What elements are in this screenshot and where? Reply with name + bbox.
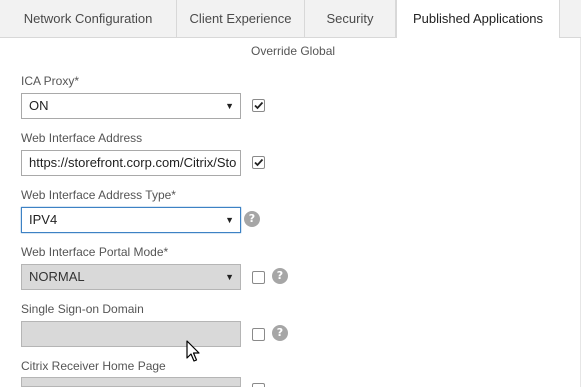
ica-proxy-label: ICA Proxy* — [21, 74, 80, 88]
web-interface-address-type-select[interactable]: IPV4 ▼ — [21, 207, 241, 233]
tab-network-configuration[interactable]: Network Configuration — [0, 0, 177, 37]
citrix-receiver-home-page-override-checkbox[interactable] — [252, 383, 265, 387]
tab-security[interactable]: Security — [305, 0, 396, 37]
single-sign-on-domain-input[interactable] — [21, 321, 241, 347]
web-interface-address-label: Web Interface Address — [21, 131, 143, 145]
help-icon[interactable]: ? — [272, 268, 288, 284]
mouse-cursor-icon — [186, 340, 200, 362]
checkmark-icon — [254, 158, 264, 167]
single-sign-on-domain-override-checkbox[interactable] — [252, 328, 265, 341]
ica-proxy-value: ON — [29, 98, 49, 113]
checkmark-icon — [254, 101, 264, 110]
chevron-down-icon: ▼ — [225, 215, 234, 225]
ica-proxy-override-checkbox[interactable] — [252, 99, 265, 112]
web-interface-portal-mode-override-checkbox[interactable] — [252, 271, 265, 284]
ica-proxy-select[interactable]: ON ▼ — [21, 93, 241, 119]
tab-client-experience[interactable]: Client Experience — [177, 0, 305, 37]
help-icon[interactable]: ? — [272, 325, 288, 341]
web-interface-address-type-label: Web Interface Address Type* — [21, 188, 176, 202]
chevron-down-icon: ▼ — [225, 101, 234, 111]
tab-bar: Network Configuration Client Experience … — [0, 0, 581, 38]
web-interface-portal-mode-label: Web Interface Portal Mode* — [21, 245, 169, 259]
web-interface-address-override-checkbox[interactable] — [252, 156, 265, 169]
web-interface-portal-mode-value: NORMAL — [29, 269, 85, 284]
chevron-down-icon: ▼ — [225, 272, 234, 282]
web-interface-address-input[interactable]: https://storefront.corp.com/Citrix/Sto — [21, 150, 241, 176]
override-global-header: Override Global — [251, 44, 336, 58]
help-icon[interactable]: ? — [244, 211, 260, 227]
web-interface-address-value: https://storefront.corp.com/Citrix/Sto — [29, 155, 237, 170]
citrix-receiver-home-page-label: Citrix Receiver Home Page — [21, 359, 166, 373]
web-interface-portal-mode-select[interactable]: NORMAL ▼ — [21, 264, 241, 290]
citrix-receiver-home-page-input[interactable] — [21, 377, 241, 387]
web-interface-address-type-value: IPV4 — [29, 212, 58, 227]
tab-published-applications[interactable]: Published Applications — [396, 0, 560, 38]
single-sign-on-domain-label: Single Sign-on Domain — [21, 302, 144, 316]
